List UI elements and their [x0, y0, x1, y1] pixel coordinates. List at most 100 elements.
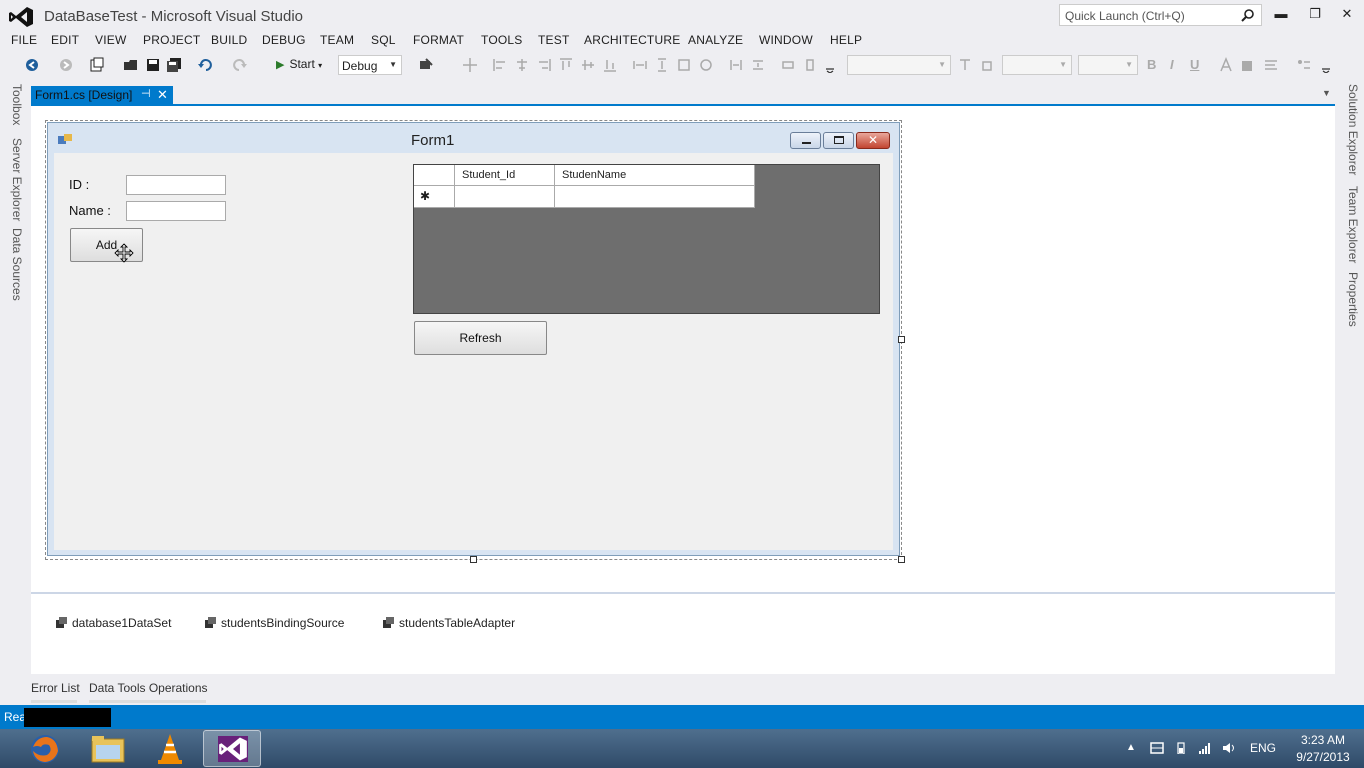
quick-launch-placeholder: Quick Launch (Ctrl+Q): [1065, 9, 1185, 23]
new-project-icon[interactable]: [89, 57, 105, 73]
battery-icon[interactable]: [1176, 742, 1186, 754]
tray-studentstableadapter[interactable]: studentsTableAdapter: [382, 616, 515, 630]
status-bar: Rea: [0, 705, 1364, 729]
tab-underline: [89, 700, 206, 703]
status-overlay: [24, 708, 111, 727]
menu-file[interactable]: FILE: [11, 33, 37, 47]
firefox-taskbar-button[interactable]: [16, 730, 74, 767]
data-sources-tab[interactable]: Data Sources: [10, 228, 24, 301]
vlc-taskbar-button[interactable]: [141, 730, 199, 767]
data-tools-icon[interactable]: [418, 57, 434, 73]
close-icon[interactable]: ✕: [1334, 4, 1360, 24]
menu-window[interactable]: WINDOW: [759, 33, 813, 47]
document-list-dropdown-icon[interactable]: ▼: [1322, 88, 1331, 98]
font-name-select: ▼: [847, 55, 951, 75]
solution-explorer-tab[interactable]: Solution Explorer: [1346, 84, 1360, 175]
close-tab-icon[interactable]: ✕: [157, 87, 168, 103]
configuration-value: Debug: [342, 59, 378, 73]
properties-tab[interactable]: Properties: [1346, 272, 1360, 327]
form-minimize-icon: [790, 132, 821, 149]
visual-studio-icon: [218, 736, 248, 762]
data-tools-operations-tab[interactable]: Data Tools Operations: [89, 681, 208, 695]
menu-sql[interactable]: SQL: [371, 33, 396, 47]
form1-title: Form1: [411, 132, 455, 149]
make-same-width-icon: [632, 57, 648, 73]
style-select: ▼: [1078, 55, 1138, 75]
resize-handle-right[interactable]: [898, 336, 905, 343]
menu-project[interactable]: PROJECT: [143, 33, 200, 47]
document-tab-form1-design[interactable]: Form1.cs [Design] ⊣ ✕: [31, 86, 173, 105]
undo-icon[interactable]: [197, 57, 213, 73]
form-icon: [58, 134, 72, 144]
open-file-icon[interactable]: [123, 57, 139, 73]
clear-formatting-icon: [957, 57, 973, 73]
menu-debug[interactable]: DEBUG: [262, 33, 306, 47]
menu-team[interactable]: TEAM: [320, 33, 354, 47]
network-signal-icon[interactable]: [1198, 742, 1212, 754]
form-maximize-icon: [823, 132, 854, 149]
right-tool-window-tabs: Solution Explorer Team Explorer Properti…: [1334, 82, 1364, 702]
save-all-icon[interactable]: [166, 57, 182, 73]
column-header-student-name[interactable]: StudenName: [555, 165, 755, 186]
make-same-size-icon: [676, 57, 692, 73]
minimize-icon[interactable]: ▬: [1268, 4, 1294, 24]
menu-edit[interactable]: EDIT: [51, 33, 79, 47]
server-explorer-tab[interactable]: Server Explorer: [10, 138, 24, 221]
navigate-back-icon[interactable]: [24, 57, 40, 73]
column-header-student-id[interactable]: Student_Id: [455, 165, 555, 186]
tab-underline: [31, 700, 77, 703]
team-explorer-tab[interactable]: Team Explorer: [1346, 186, 1360, 263]
pin-icon[interactable]: ⊣: [141, 87, 151, 100]
menu-view[interactable]: VIEW: [95, 33, 126, 47]
menu-architecture[interactable]: ARCHITECTURE: [584, 33, 680, 47]
toolbar-overflow-icon[interactable]: [1318, 57, 1334, 73]
menu-build[interactable]: BUILD: [211, 33, 247, 47]
resize-handle-bottom[interactable]: [470, 556, 477, 563]
students-datagridview[interactable]: Student_Id StudenName ✱: [413, 164, 880, 314]
grid-cell-student-id[interactable]: [455, 186, 555, 208]
menu-analyze[interactable]: ANALYZE: [688, 33, 743, 47]
title-bar: DataBaseTest - Microsoft Visual Studio Q…: [0, 0, 1364, 32]
search-icon[interactable]: [1241, 8, 1255, 22]
refresh-button[interactable]: Refresh: [414, 321, 547, 355]
align-middles-icon: [580, 57, 596, 73]
form-close-icon: ✕: [856, 132, 890, 149]
menu-test[interactable]: TEST: [538, 33, 569, 47]
start-debugging-button[interactable]: ▶ Start ▾: [276, 57, 322, 74]
clock-date[interactable]: 9/27/2013: [1288, 750, 1358, 764]
toolbar-overflow-icon[interactable]: [822, 57, 838, 73]
horizontal-spacing-icon: [728, 57, 744, 73]
menu-format[interactable]: FORMAT: [413, 33, 464, 47]
row-header-corner: [414, 165, 455, 186]
restore-icon[interactable]: ❐: [1302, 4, 1328, 24]
name-textbox[interactable]: [126, 201, 226, 221]
toolbox-tab[interactable]: Toolbox: [10, 84, 24, 125]
bullets-icon: [1296, 57, 1312, 73]
save-icon[interactable]: [145, 57, 161, 73]
action-center-icon[interactable]: [1150, 742, 1164, 754]
clock-time[interactable]: 3:23 AM: [1288, 733, 1358, 747]
align-tops-icon: [558, 57, 574, 73]
navigate-forward-icon[interactable]: [58, 57, 74, 73]
window-title: DataBaseTest - Microsoft Visual Studio: [44, 8, 304, 25]
menu-help[interactable]: HELP: [830, 33, 862, 47]
vertical-spacing-icon: [750, 57, 766, 73]
tray-database1dataset[interactable]: database1DataSet: [55, 616, 171, 630]
resize-handle-bottom-right[interactable]: [898, 556, 905, 563]
show-hidden-icons-icon[interactable]: ▲: [1126, 742, 1140, 754]
grid-cell-student-name[interactable]: [555, 186, 755, 208]
explorer-taskbar-button[interactable]: [79, 730, 137, 767]
menu-tools[interactable]: TOOLS: [481, 33, 522, 47]
redo-icon[interactable]: [232, 57, 248, 73]
vlc-cone-icon: [158, 734, 182, 764]
id-textbox[interactable]: [126, 175, 226, 195]
quick-launch-input[interactable]: Quick Launch (Ctrl+Q): [1059, 4, 1262, 26]
chevron-down-icon: ▼: [389, 60, 397, 69]
binding-source-icon: [205, 617, 216, 628]
error-list-tab[interactable]: Error List: [31, 681, 80, 695]
tray-studentsbindingsource[interactable]: studentsBindingSource: [204, 616, 344, 630]
volume-icon[interactable]: [1222, 742, 1236, 754]
solution-configuration-select[interactable]: Debug ▼: [338, 55, 402, 75]
visual-studio-taskbar-button[interactable]: [203, 730, 261, 767]
input-language-indicator[interactable]: ENG: [1250, 741, 1276, 755]
